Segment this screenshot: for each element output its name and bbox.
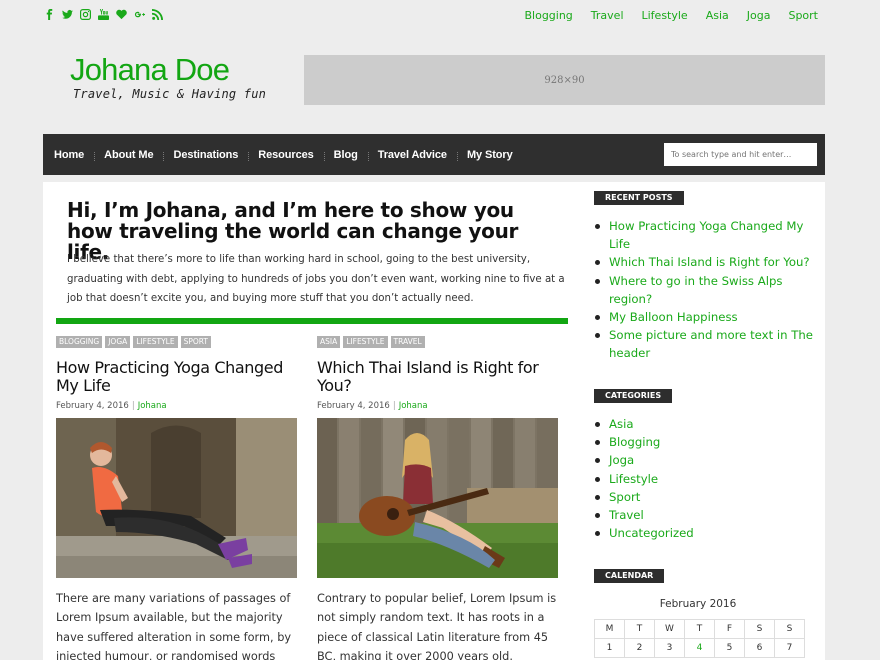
tag-blogging[interactable]: Blogging bbox=[56, 336, 103, 348]
divider-bar bbox=[56, 318, 568, 324]
nav-item-destinations[interactable]: Destinations bbox=[163, 149, 248, 161]
top-nav-travel[interactable]: Travel bbox=[591, 9, 624, 22]
calendar-day: 6 bbox=[744, 638, 775, 658]
post-title[interactable]: Which Thai Island is Right for You? bbox=[317, 359, 558, 395]
post-excerpt: Contrary to popular belief, Lorem Ipsum … bbox=[317, 592, 557, 660]
post-card: Asia Lifestyle Travel Which Thai Island … bbox=[317, 336, 558, 660]
ad-banner[interactable]: 928×90 bbox=[304, 55, 825, 105]
calendar-day-name: T bbox=[624, 619, 655, 639]
post-excerpt: There are many variations of passages of… bbox=[56, 592, 292, 660]
twitter-icon[interactable] bbox=[62, 8, 73, 21]
post-card: Blogging Joga Lifestyle Sport How Practi… bbox=[56, 336, 297, 660]
category-link[interactable]: Blogging bbox=[594, 433, 814, 451]
search-input[interactable] bbox=[664, 143, 817, 166]
post-meta: February 4, 2016 | Johana bbox=[317, 401, 428, 411]
site-title[interactable]: Johana Doe bbox=[70, 52, 230, 88]
category-link[interactable]: Lifestyle bbox=[594, 470, 814, 488]
tag-travel[interactable]: Travel bbox=[390, 336, 425, 348]
post-meta: February 4, 2016 | Johana bbox=[56, 401, 167, 411]
recent-posts-title: RECENT POSTS bbox=[594, 191, 684, 205]
heart-icon[interactable] bbox=[116, 8, 127, 21]
social-links bbox=[44, 8, 163, 21]
post-title[interactable]: How Practicing Yoga Changed My Life bbox=[56, 359, 297, 395]
main-navigation: Home About Me Destinations Resources Blo… bbox=[43, 134, 825, 175]
tag-sport[interactable]: Sport bbox=[180, 336, 212, 348]
site-tagline: Travel, Music & Having fun bbox=[73, 87, 267, 101]
category-link[interactable]: Uncategorized bbox=[594, 524, 814, 542]
calendar-day-name: F bbox=[714, 619, 745, 639]
calendar-table: M T W T F S S 1 2 3 4 5 6 7 bbox=[594, 619, 805, 658]
recent-post-link[interactable]: Which Thai Island is Right for You? bbox=[594, 253, 814, 271]
top-nav-sport[interactable]: Sport bbox=[788, 9, 818, 22]
instagram-icon[interactable] bbox=[80, 8, 91, 21]
post-date: February 4, 2016 bbox=[56, 401, 129, 411]
category-link[interactable]: Sport bbox=[594, 488, 814, 506]
categories-title: CATEGORIES bbox=[594, 389, 673, 403]
calendar-day-name: M bbox=[594, 619, 625, 639]
post-author[interactable]: Johana bbox=[399, 401, 428, 411]
top-bar: Blogging Travel Lifestyle Asia Joga Spor… bbox=[0, 0, 880, 31]
top-nav-joga[interactable]: Joga bbox=[747, 9, 771, 22]
recent-post-link[interactable]: How Practicing Yoga Changed My Life bbox=[594, 217, 814, 253]
recent-post-link[interactable]: My Balloon Happiness bbox=[594, 308, 814, 326]
tag-lifestyle[interactable]: Lifestyle bbox=[133, 336, 178, 348]
post-date: February 4, 2016 bbox=[317, 401, 390, 411]
google-plus-icon[interactable] bbox=[134, 8, 145, 21]
categories-list: Asia Blogging Joga Lifestyle Sport Trave… bbox=[594, 415, 814, 542]
facebook-icon[interactable] bbox=[44, 8, 55, 21]
nav-item-my-story[interactable]: My Story bbox=[456, 149, 523, 161]
calendar-day-name: W bbox=[654, 619, 685, 639]
recent-post-link[interactable]: Some picture and more text in The header bbox=[594, 326, 814, 362]
post-thumbnail-yoga[interactable] bbox=[56, 418, 297, 578]
post-tags: Asia Lifestyle Travel bbox=[317, 336, 558, 348]
post-thumbnail-guitar[interactable] bbox=[317, 418, 558, 578]
calendar-day: 5 bbox=[714, 638, 745, 658]
nav-item-travel-advice[interactable]: Travel Advice bbox=[367, 149, 457, 161]
nav-item-about-me[interactable]: About Me bbox=[94, 149, 163, 161]
top-nav-lifestyle[interactable]: Lifestyle bbox=[642, 9, 688, 22]
top-nav-blogging[interactable]: Blogging bbox=[524, 9, 572, 22]
nav-item-resources[interactable]: Resources bbox=[248, 149, 323, 161]
youtube-icon[interactable] bbox=[98, 8, 109, 21]
category-link[interactable]: Joga bbox=[594, 451, 814, 469]
tag-lifestyle[interactable]: Lifestyle bbox=[343, 336, 388, 348]
recent-posts-list: How Practicing Yoga Changed My Life Whic… bbox=[594, 217, 814, 363]
calendar-day-link[interactable]: 4 bbox=[684, 638, 715, 658]
calendar-week-row: 1 2 3 4 5 6 7 bbox=[594, 638, 805, 658]
post-tags: Blogging Joga Lifestyle Sport bbox=[56, 336, 297, 348]
category-link[interactable]: Asia bbox=[594, 415, 814, 433]
nav-item-home[interactable]: Home bbox=[43, 149, 94, 161]
calendar-caption: February 2016 bbox=[659, 598, 737, 610]
calendar-day: 2 bbox=[624, 638, 655, 658]
calendar-header-row: M T W T F S S bbox=[594, 619, 805, 639]
rss-icon[interactable] bbox=[152, 8, 163, 21]
tag-asia[interactable]: Asia bbox=[317, 336, 341, 348]
calendar-day: 1 bbox=[594, 638, 625, 658]
top-navigation: Blogging Travel Lifestyle Asia Joga Spor… bbox=[524, 9, 818, 22]
calendar-day: 7 bbox=[774, 638, 805, 658]
recent-post-link[interactable]: Where to go in the Swiss Alps region? bbox=[594, 272, 814, 308]
calendar-day-name: S bbox=[744, 619, 775, 639]
top-nav-asia[interactable]: Asia bbox=[706, 9, 729, 22]
post-author[interactable]: Johana bbox=[138, 401, 167, 411]
intro-text: I believe that there’s more to life than… bbox=[67, 254, 565, 305]
tag-joga[interactable]: Joga bbox=[105, 336, 131, 348]
calendar-day-name: S bbox=[774, 619, 805, 639]
category-link[interactable]: Travel bbox=[594, 506, 814, 524]
calendar-day-name: T bbox=[684, 619, 715, 639]
calendar-day: 3 bbox=[654, 638, 685, 658]
nav-item-blog[interactable]: Blog bbox=[323, 149, 368, 161]
calendar-title: CALENDAR bbox=[594, 569, 665, 583]
